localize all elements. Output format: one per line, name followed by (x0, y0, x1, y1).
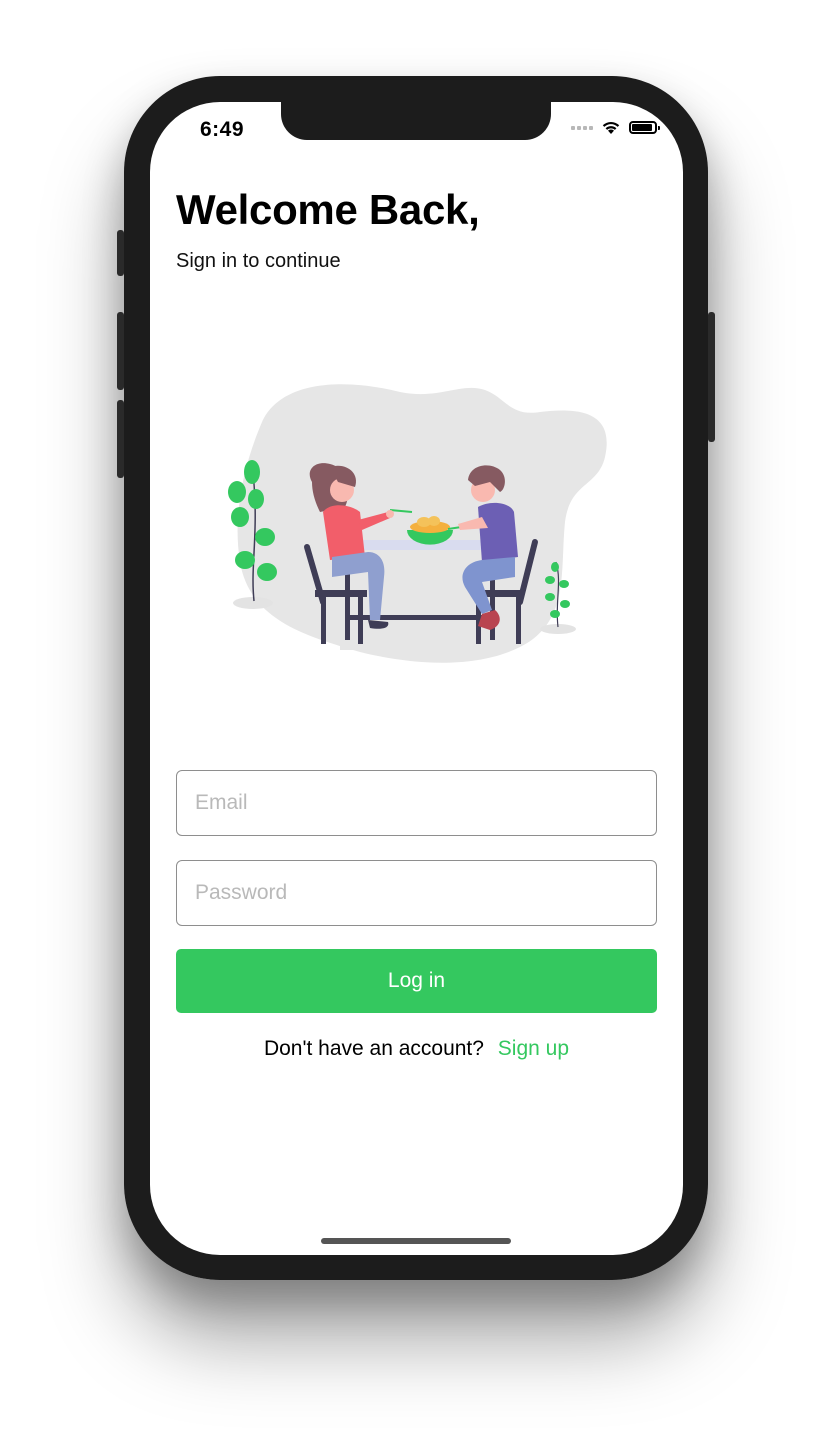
silent-switch (117, 230, 124, 276)
volume-down-button (117, 400, 124, 478)
page-title: Welcome Back, (176, 186, 480, 233)
status-time: 6:49 (200, 118, 245, 141)
notch (281, 102, 551, 140)
battery-icon (629, 121, 660, 134)
signup-prompt: Don't have an account? Sign up (150, 1037, 683, 1061)
login-button[interactable]: Log in (176, 949, 657, 1013)
email-field[interactable] (176, 770, 657, 836)
page-subtitle: Sign in to continue (176, 250, 341, 272)
wifi-icon (602, 121, 620, 134)
cellular-signal-icon (571, 125, 593, 130)
signup-question: Don't have an account? (263, 1037, 484, 1060)
status-icons (571, 120, 660, 135)
volume-up-button (117, 312, 124, 390)
power-button (708, 312, 715, 442)
password-field[interactable] (176, 860, 657, 926)
signup-link[interactable]: Sign up (498, 1037, 569, 1060)
app-screen: 6:49 Welcome Back, Sign in to continue E… (150, 102, 683, 1255)
couple-eating-illustration (228, 384, 607, 663)
home-indicator[interactable] (321, 1238, 511, 1244)
